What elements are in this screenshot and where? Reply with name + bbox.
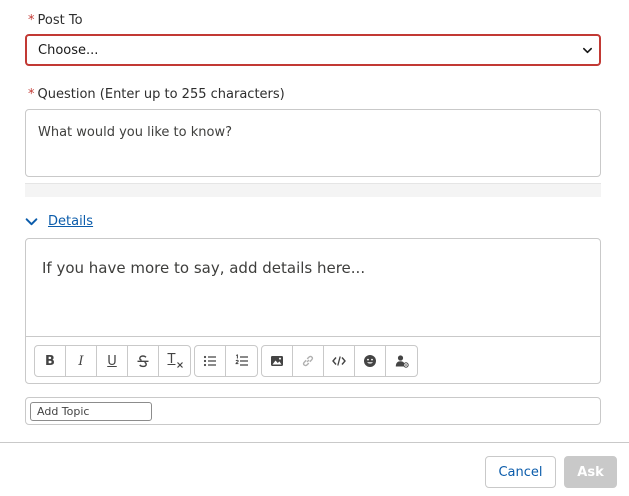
question-footer-strip bbox=[25, 183, 601, 197]
post-to-label: * Post To bbox=[28, 13, 83, 28]
question-placeholder: What would you like to know? bbox=[38, 125, 232, 140]
underline-button[interactable]: U bbox=[97, 346, 128, 376]
question-textarea[interactable]: What would you like to know? bbox=[25, 109, 601, 177]
insert-link-button[interactable] bbox=[293, 346, 324, 376]
question-label: * Question (Enter up to 255 characters) bbox=[28, 87, 285, 102]
mention-user-button[interactable] bbox=[386, 346, 417, 376]
underline-icon: U bbox=[107, 353, 117, 369]
details-editor[interactable]: If you have more to say, add details her… bbox=[25, 238, 601, 384]
insert-image-button[interactable] bbox=[262, 346, 293, 376]
post-to-label-text: Post To bbox=[37, 13, 83, 28]
ask-button[interactable]: Ask bbox=[564, 456, 617, 488]
emoji-icon bbox=[364, 355, 376, 367]
details-toggle-label: Details bbox=[48, 213, 94, 229]
italic-icon: I bbox=[78, 353, 84, 369]
required-marker: * bbox=[28, 13, 35, 28]
add-topic-input[interactable]: Add Topic bbox=[30, 402, 152, 421]
numbered-list-icon bbox=[234, 354, 248, 366]
emoji-button[interactable] bbox=[355, 346, 386, 376]
question-label-text: Question (Enter up to 255 characters) bbox=[37, 87, 285, 102]
strikethrough-icon bbox=[137, 355, 149, 368]
link-icon bbox=[302, 355, 314, 367]
toolbar-divider bbox=[26, 336, 600, 337]
image-icon bbox=[271, 356, 283, 366]
bulleted-list-icon bbox=[203, 355, 216, 367]
insert-button-group bbox=[261, 345, 418, 377]
add-topic-placeholder: Add Topic bbox=[37, 405, 90, 418]
numbered-list-button[interactable] bbox=[226, 346, 257, 376]
bold-button[interactable]: B bbox=[35, 346, 66, 376]
chevron-down-icon bbox=[583, 47, 592, 54]
bulleted-list-button[interactable] bbox=[195, 346, 226, 376]
required-marker: * bbox=[28, 87, 35, 102]
clear-formatting-button[interactable]: T bbox=[159, 346, 190, 376]
bold-icon: B bbox=[45, 353, 55, 369]
code-block-button[interactable] bbox=[324, 346, 355, 376]
post-to-select[interactable]: Choose... bbox=[25, 34, 601, 66]
post-to-selected-value: Choose... bbox=[38, 43, 99, 58]
clear-formatting-icon: T bbox=[168, 352, 183, 368]
details-toggle[interactable]: Details bbox=[25, 212, 93, 230]
details-placeholder: If you have more to say, add details her… bbox=[42, 259, 366, 277]
list-button-group bbox=[194, 345, 258, 377]
strikethrough-button[interactable] bbox=[128, 346, 159, 376]
code-icon bbox=[332, 356, 346, 366]
footer-divider bbox=[0, 442, 629, 443]
italic-button[interactable]: I bbox=[66, 346, 97, 376]
format-button-group: B I U T bbox=[34, 345, 191, 377]
topics-field: Add Topic bbox=[25, 397, 601, 425]
mention-user-icon bbox=[395, 355, 409, 368]
chevron-down-icon bbox=[25, 217, 38, 225]
cancel-button[interactable]: Cancel bbox=[485, 456, 556, 488]
